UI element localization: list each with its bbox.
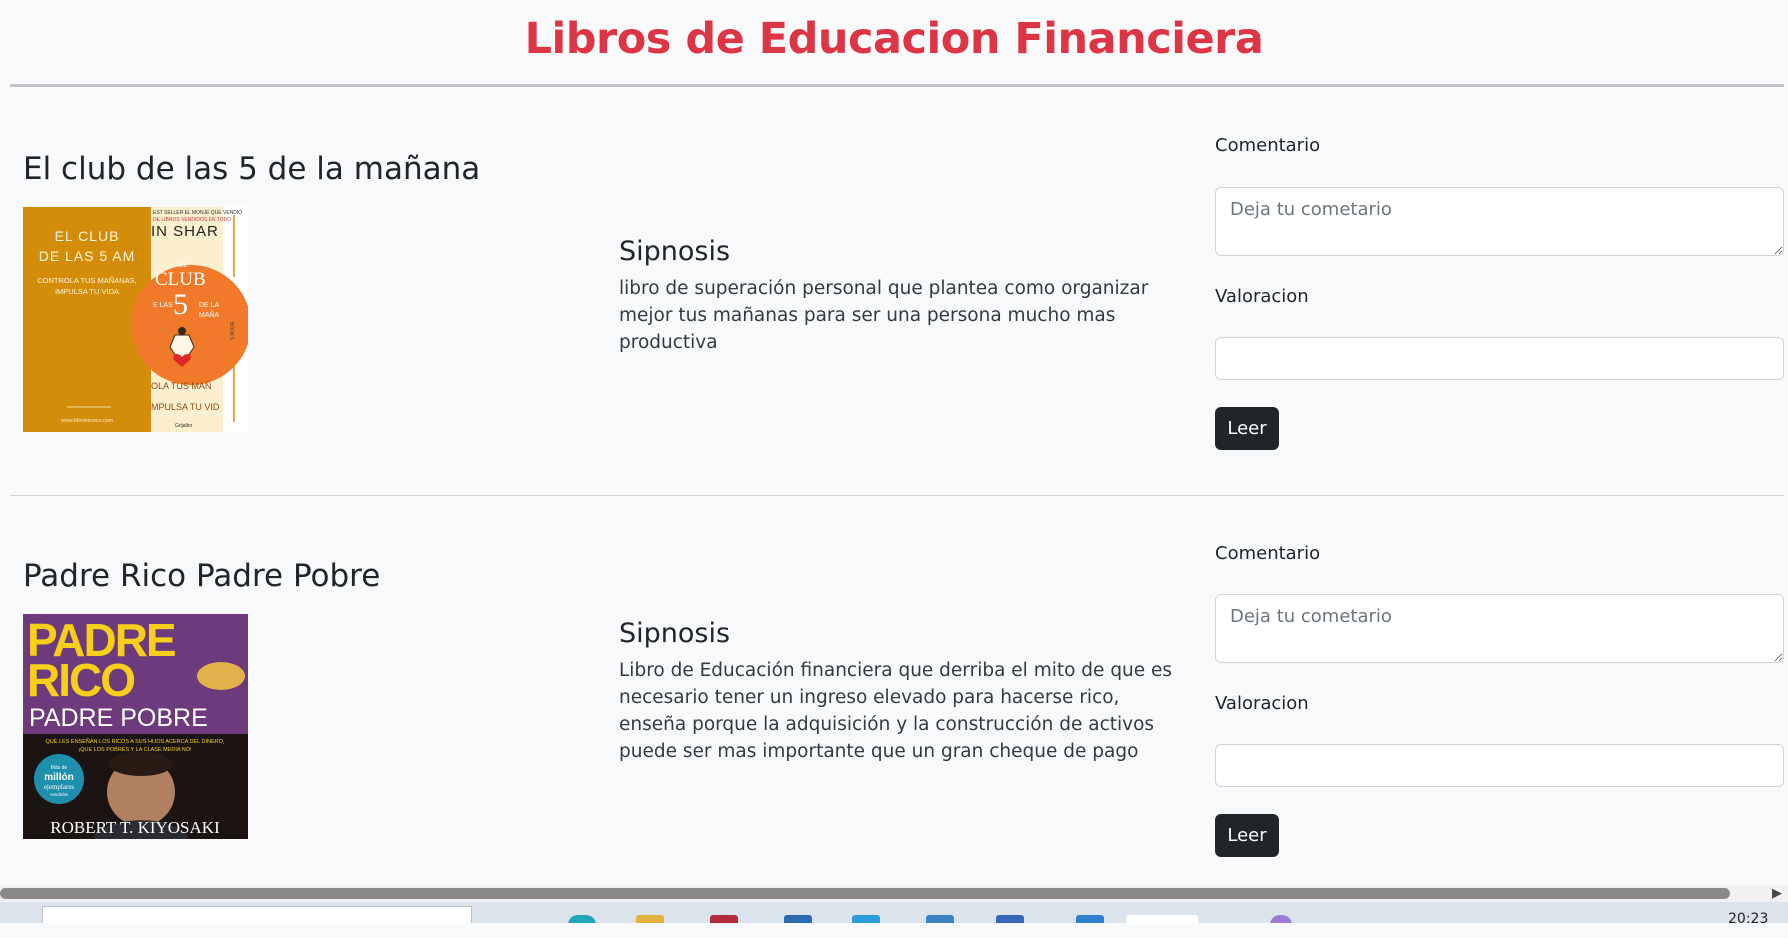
synopsis-heading: Sipnosis	[619, 618, 731, 649]
mail-icon[interactable]	[710, 915, 738, 923]
synopsis-heading: Sipnosis	[619, 236, 731, 267]
rating-input[interactable]	[1215, 744, 1784, 787]
svg-text:RICO: RICO	[27, 654, 134, 706]
app-icon[interactable]	[1076, 915, 1104, 923]
book-cover-image: PADRE RICO PADRE POBRE QUÉ LES ENSEÑAN L…	[23, 614, 248, 839]
store-icon[interactable]	[784, 915, 812, 923]
horizontal-scrollbar[interactable]: ▶	[0, 885, 1788, 902]
folder-icon[interactable]	[636, 915, 664, 923]
book-divider	[10, 495, 1784, 496]
app-icon[interactable]	[996, 915, 1024, 923]
comment-textarea[interactable]	[1215, 187, 1784, 256]
svg-text:EL CLUB: EL CLUB	[55, 228, 120, 244]
svg-text:CONTROLA TUS MAÑANAS,: CONTROLA TUS MAÑANAS,	[37, 276, 136, 285]
svg-text:www.libroheroes.com: www.libroheroes.com	[60, 418, 114, 424]
svg-text:IN SHAR: IN SHAR	[151, 223, 219, 240]
book-card-padre-rico: Padre Rico Padre Pobre PADRE RICO PADRE …	[0, 543, 1788, 938]
app-icon[interactable]	[1126, 915, 1198, 923]
comment-label: Comentario	[1215, 135, 1321, 156]
synopsis-text: libro de superación personal que plantea…	[619, 278, 1149, 353]
svg-text:ejemplares: ejemplares	[44, 783, 75, 791]
svg-text:EL: EL	[179, 262, 188, 269]
app-icon[interactable]	[1270, 915, 1292, 923]
page-title: Libros de Educacion Financiera	[524, 14, 1264, 64]
app-icon[interactable]	[852, 915, 880, 923]
svg-text:5: 5	[173, 288, 188, 321]
scrollbar-thumb[interactable]	[0, 888, 1730, 899]
taskbar-clock: 20:23	[1728, 911, 1769, 923]
taskbar-search-box[interactable]	[42, 906, 472, 923]
synopsis-text: Libro de Educación financiera que derrib…	[619, 660, 1173, 762]
rating-label: Valoracion	[1215, 693, 1309, 714]
svg-text:¡QUE LOS POBRES Y LA CLASE MED: ¡QUE LOS POBRES Y LA CLASE MEDIA NO!	[78, 747, 192, 753]
svg-text:DE LA: DE LA	[199, 302, 220, 309]
book-title: El club de las 5 de la mañana	[23, 151, 481, 187]
svg-text:DE LAS 5 AM: DE LAS 5 AM	[39, 248, 136, 264]
svg-text:MAÑA: MAÑA	[199, 310, 220, 319]
svg-text:ROBERT T. KIYOSAKI: ROBERT T. KIYOSAKI	[50, 818, 220, 837]
svg-text:millón: millón	[44, 772, 73, 783]
app-icon[interactable]	[926, 915, 954, 923]
comment-textarea[interactable]	[1215, 594, 1784, 663]
svg-text:OLA TUS MAÑ: OLA TUS MAÑ	[151, 381, 211, 391]
svg-text:E LAS: E LAS	[153, 302, 173, 309]
taskbar: 20:23	[0, 902, 1788, 923]
rating-label: Valoracion	[1215, 286, 1309, 307]
svg-text:MPULSA TU VID: MPULSA TU VID	[151, 402, 220, 412]
book-title: Padre Rico Padre Pobre	[23, 558, 381, 594]
rating-input[interactable]	[1215, 337, 1784, 380]
svg-text:CLUB: CLUB	[155, 269, 206, 290]
svg-text:Grijalbo: Grijalbo	[175, 423, 192, 429]
comment-label: Comentario	[1215, 543, 1321, 564]
app-icon[interactable]	[568, 915, 596, 923]
title-divider	[10, 84, 1784, 87]
svg-text:QUÉ LES ENSEÑAN LOS RICOS A SU: QUÉ LES ENSEÑAN LOS RICOS A SUS HIJOS AC…	[46, 738, 225, 745]
svg-text:BOOKS: BOOKS	[228, 322, 234, 340]
book-cover-image: EL CLUB DE LAS 5 AM CONTROLA TUS MAÑANAS…	[23, 207, 248, 432]
read-button[interactable]: Leer	[1215, 407, 1279, 450]
book-card-club-5am: El club de las 5 de la mañana EL CLUB DE…	[0, 135, 1788, 531]
svg-text:PADRE POBRE: PADRE POBRE	[29, 704, 208, 732]
scroll-right-arrow-icon[interactable]: ▶	[1772, 886, 1782, 901]
svg-text:Más de: Más de	[51, 765, 68, 771]
svg-text:EST SELLER EL MONJE QUE VENDIÓ: EST SELLER EL MONJE QUE VENDIÓ	[153, 209, 242, 216]
svg-text:IMPULSA TU VIDA: IMPULSA TU VIDA	[55, 287, 119, 296]
svg-text:vendidos: vendidos	[50, 793, 68, 798]
read-button[interactable]: Leer	[1215, 814, 1279, 857]
